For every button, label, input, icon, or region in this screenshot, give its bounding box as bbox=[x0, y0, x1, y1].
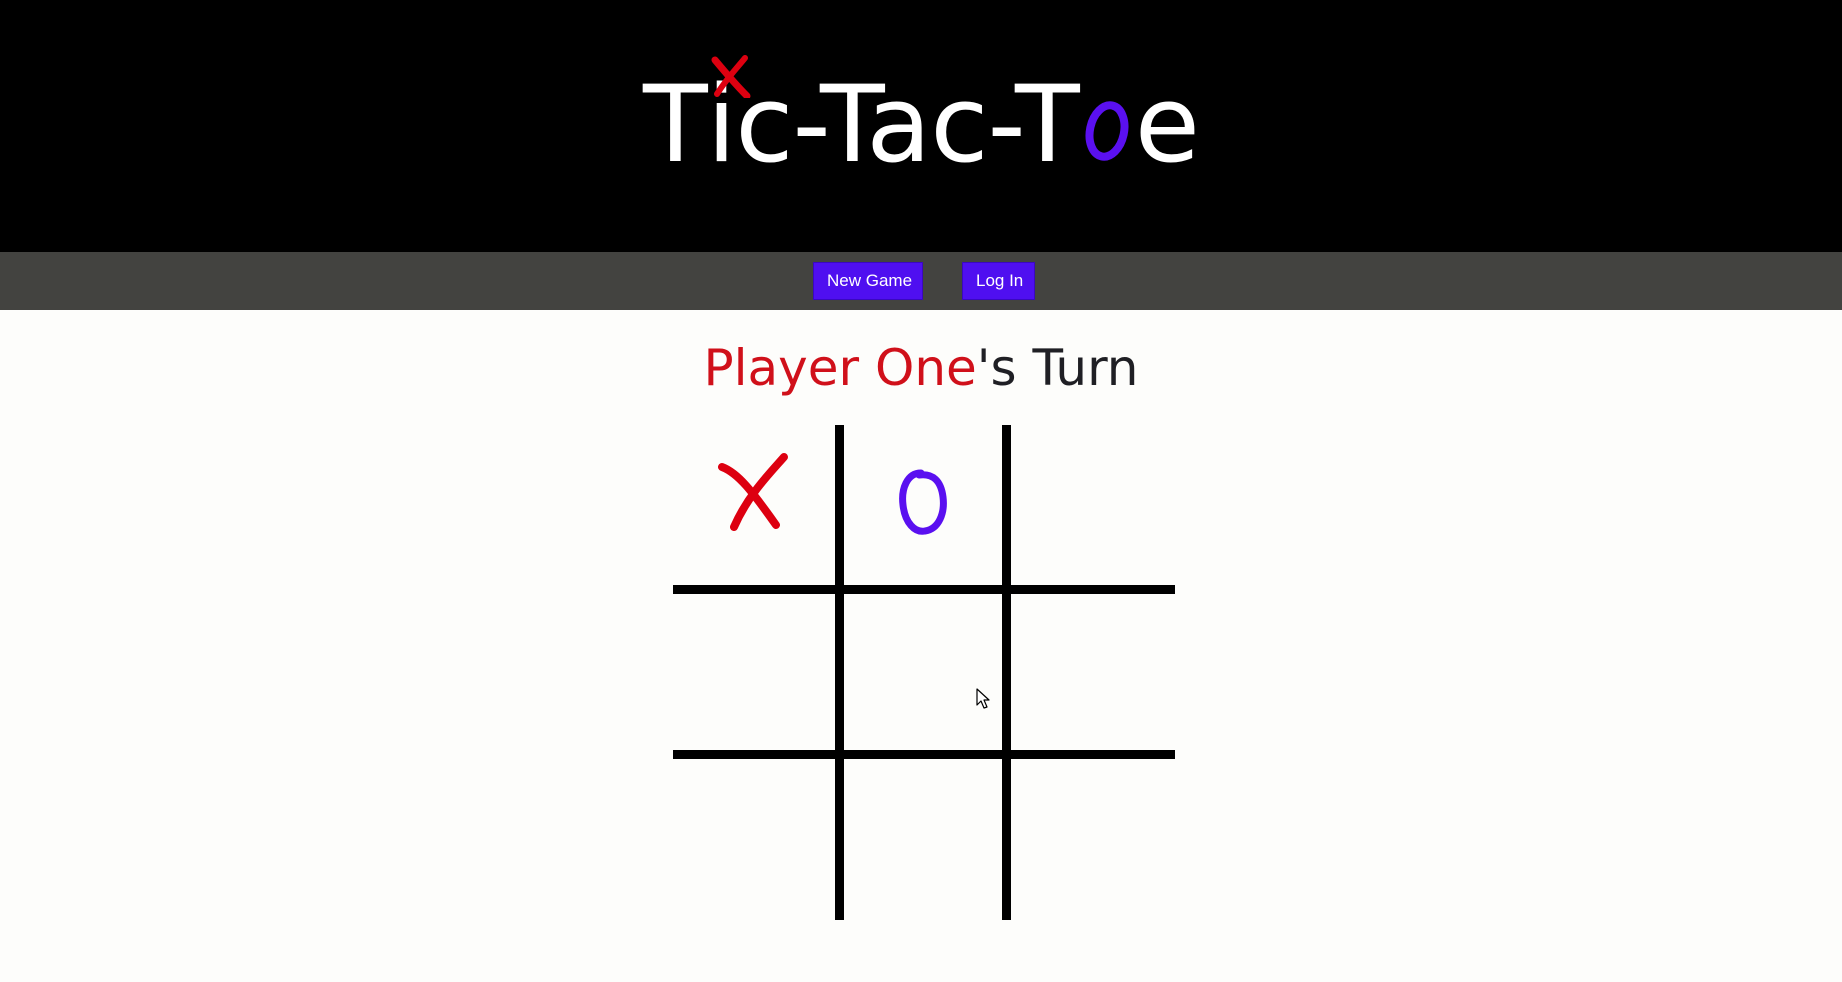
login-button[interactable]: Log In bbox=[962, 262, 1035, 300]
board-cell-6[interactable] bbox=[1011, 594, 1171, 754]
page-title: Ti c-Tac-T e bbox=[0, 55, 1842, 190]
o-piece-icon bbox=[899, 469, 947, 535]
board-cell-9[interactable] bbox=[1011, 759, 1171, 919]
navbar: New Game Log In bbox=[0, 252, 1842, 310]
x-piece-icon bbox=[718, 453, 788, 531]
board-cell-7[interactable] bbox=[673, 759, 833, 919]
mouse-cursor-icon bbox=[976, 688, 990, 709]
current-player-name: Player One bbox=[703, 339, 977, 397]
title-letter-i: i bbox=[707, 55, 751, 190]
board-cell-8[interactable] bbox=[844, 759, 1004, 919]
grid-line-horizontal-1 bbox=[673, 585, 1175, 594]
grid-line-vertical-1 bbox=[835, 425, 844, 920]
board-cell-5[interactable] bbox=[844, 594, 1004, 754]
title-letter-t: T bbox=[643, 63, 708, 186]
board-cell-3[interactable] bbox=[1011, 425, 1171, 585]
title-letter-e: e bbox=[1134, 63, 1200, 186]
new-game-button[interactable]: New Game bbox=[813, 262, 923, 300]
o-mark-icon bbox=[1079, 89, 1135, 169]
header: Ti c-Tac-T e bbox=[0, 0, 1842, 252]
board-cell-4[interactable] bbox=[673, 594, 833, 754]
turn-suffix: 's Turn bbox=[976, 339, 1139, 397]
turn-status: Player One's Turn bbox=[0, 336, 1842, 400]
game-board bbox=[673, 425, 1175, 920]
title-middle: c-Tac-T bbox=[735, 63, 1080, 186]
x-mark-icon bbox=[711, 55, 751, 98]
